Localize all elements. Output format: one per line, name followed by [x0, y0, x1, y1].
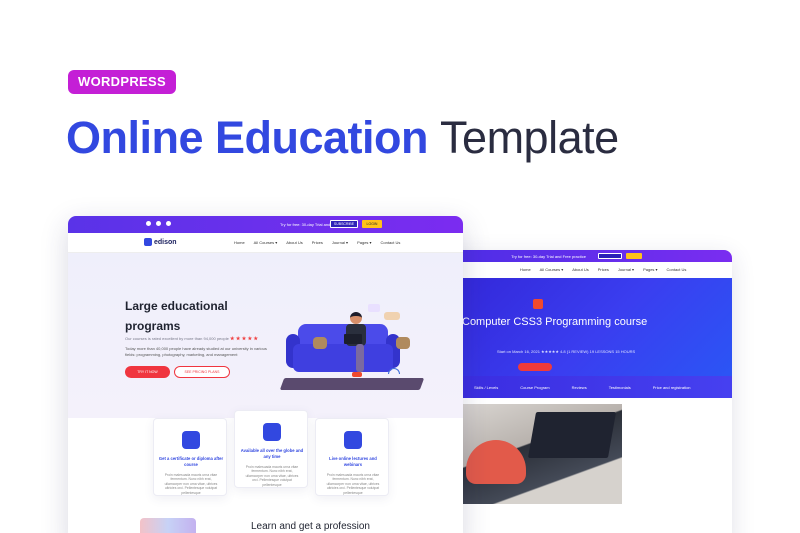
- laptop-illustration: [527, 412, 617, 458]
- chat-bubble-illustration: [368, 304, 380, 312]
- topbar: Try for free: 30-day Trial and Free prac…: [440, 250, 732, 262]
- nav-pages[interactable]: Pages ▾: [357, 240, 371, 245]
- feature-title: Available all over the globe and any tim…: [240, 448, 304, 459]
- wordpress-badge: WORDPRESS: [68, 70, 176, 94]
- hero-description: Today more than 40,000 people have alrea…: [125, 346, 267, 357]
- webinar-icon: [344, 431, 362, 449]
- course-title: Computer CSS3 Programming course: [462, 316, 648, 328]
- student-shoe: [352, 372, 362, 377]
- tab-testimonials[interactable]: Testimonials: [609, 385, 631, 390]
- student-head: [350, 312, 362, 324]
- feature-text: Proin malesuada mauris urna vitae fermen…: [245, 465, 299, 487]
- nav-home[interactable]: Home: [234, 240, 245, 245]
- pricing-plans-button[interactable]: SEE PRICING PLANS: [174, 366, 230, 378]
- subscribe-button[interactable]: SUBSCRIBE: [330, 220, 358, 228]
- course-meta: Start on March 16, 2021 ★★★★★ 4.8 (1 REV…: [497, 349, 636, 354]
- try-now-button[interactable]: TRY IT NOW: [125, 366, 170, 378]
- topbar-text: Try for free: 30-day Trial and Free prac…: [511, 253, 586, 259]
- nav-contact[interactable]: Contact Us: [667, 267, 687, 272]
- rating-stars: ★ ★ ★ ★ ★: [229, 336, 258, 342]
- headline-part2: Template: [440, 112, 619, 163]
- login-button[interactable]: [626, 253, 642, 259]
- main-nav: Home All Courses ▾ About Us Prices Journ…: [440, 262, 732, 276]
- feature-title: Live online lectures and webinars: [329, 456, 377, 467]
- student-leg: [356, 344, 364, 372]
- feature-title: Get a certificate or diploma after cours…: [158, 456, 224, 467]
- person-illustration: [466, 440, 526, 484]
- facebook-icon[interactable]: [146, 221, 151, 226]
- laptop-photo: [462, 404, 622, 504]
- tab-reviews[interactable]: Reviews: [572, 385, 587, 390]
- course-icon: [533, 299, 543, 309]
- feature-card: Live online lectures and webinars Proin …: [315, 418, 389, 496]
- feature-card: Get a certificate or diploma after cours…: [153, 418, 227, 496]
- laptop-illustration: [344, 334, 362, 344]
- tab-skills[interactable]: Skills / Levels: [474, 385, 498, 390]
- social-links: [146, 221, 171, 226]
- logo-text: edison: [154, 238, 177, 246]
- nav-prices[interactable]: Prices: [312, 240, 323, 245]
- nav-courses[interactable]: All Courses ▾: [254, 240, 278, 245]
- homepage-mockup: Try for free: 30-day Trial and Free prac…: [68, 216, 463, 533]
- topbar: Try for free: 30-day Trial and Free prac…: [68, 216, 463, 233]
- nav-about[interactable]: About Us: [286, 240, 302, 245]
- nav-prices[interactable]: Prices: [598, 267, 609, 272]
- floating-object-illustration: [384, 312, 400, 320]
- logo[interactable]: edison: [144, 238, 177, 246]
- feature-text: Proin malesuada mauris urna vitae fermen…: [164, 473, 218, 495]
- login-button[interactable]: LOGIN: [362, 220, 382, 228]
- nav-courses[interactable]: All Courses ▾: [540, 267, 564, 272]
- promo-banner: WORDPRESS Online Education Template Try …: [0, 0, 800, 533]
- nav-journal[interactable]: Journal ▾: [618, 267, 634, 272]
- books-illustration: [140, 518, 196, 533]
- course-tabs: Skills / Levels Course Program Reviews T…: [440, 376, 732, 398]
- subscribe-button[interactable]: [598, 253, 622, 259]
- rating: Our courses is rated excellent by more t…: [125, 336, 258, 342]
- nav-about[interactable]: About Us: [572, 267, 588, 272]
- youtube-icon[interactable]: [156, 221, 161, 226]
- headline: Online Education Template: [66, 112, 619, 164]
- nav-journal[interactable]: Journal ▾: [332, 240, 348, 245]
- pillow: [396, 337, 410, 349]
- rug-illustration: [279, 378, 425, 390]
- nav-home[interactable]: Home: [520, 267, 531, 272]
- feature-card: Available all over the globe and any tim…: [234, 410, 308, 488]
- signup-button[interactable]: [518, 363, 552, 371]
- rating-text: Our courses is rated excellent by more t…: [125, 336, 229, 341]
- nav-pages[interactable]: Pages ▾: [643, 267, 657, 272]
- tab-price[interactable]: Price and registration: [653, 385, 691, 390]
- wifi-icon: [388, 368, 400, 374]
- headline-part1: Online Education: [66, 112, 429, 163]
- section-title: Learn and get a profession: [251, 521, 370, 532]
- main-nav: edison Home All Courses ▾ About Us Price…: [68, 233, 463, 253]
- pillow: [313, 337, 327, 349]
- nav-contact[interactable]: Contact Us: [381, 240, 401, 245]
- tab-program[interactable]: Course Program: [520, 385, 549, 390]
- logo-icon: [144, 238, 152, 246]
- instagram-icon[interactable]: [166, 221, 171, 226]
- certificate-icon: [182, 431, 200, 449]
- nav-links: Home All Courses ▾ About Us Prices Journ…: [234, 240, 400, 245]
- hero-title: Large educational programs: [125, 299, 228, 333]
- globe-icon: [263, 423, 281, 441]
- feature-text: Proin malesuada mauris urna vitae fermen…: [326, 473, 380, 495]
- sofa-seat: [293, 344, 393, 372]
- course-page-mockup: Try for free: 30-day Trial and Free prac…: [440, 250, 732, 533]
